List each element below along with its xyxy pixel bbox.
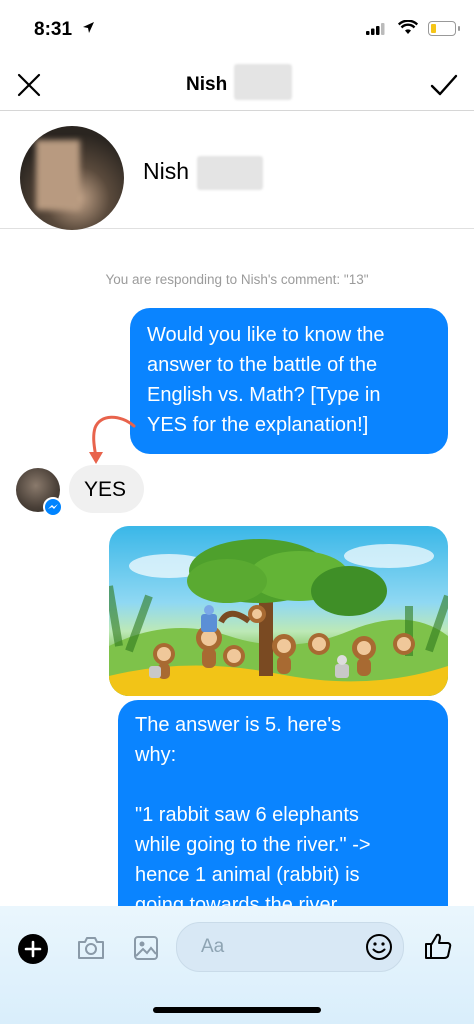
location-arrow-icon	[83, 22, 94, 33]
cellular-signal-icon	[366, 23, 385, 35]
profile-name: Nish	[143, 158, 190, 184]
outgoing-message-bubble[interactable]: The answer is 5. here's why: "1 rabbit s…	[118, 700, 448, 930]
wifi-icon	[398, 20, 418, 34]
message-text: Would you like to know the answer to the…	[147, 324, 385, 436]
message-text: YES	[84, 478, 127, 501]
thumbs-up-icon[interactable]	[422, 930, 454, 962]
emoji-icon[interactable]	[365, 933, 393, 961]
redacted-surname	[234, 64, 292, 100]
status-time: 8:31	[34, 19, 73, 40]
jungle-illustration	[109, 539, 448, 696]
outgoing-message-bubble[interactable]: Would you like to know the answer to the…	[130, 308, 448, 454]
home-indicator	[153, 1007, 321, 1013]
camera-icon[interactable]	[76, 934, 106, 962]
composer-bar: Aa	[0, 906, 474, 1024]
close-icon[interactable]	[16, 72, 42, 98]
message-input[interactable]: Aa	[176, 922, 404, 972]
reply-context-notice: You are responding to Nish's comment: "1…	[105, 272, 369, 287]
redacted-surname	[197, 156, 263, 190]
profile-card: Nish	[0, 110, 474, 230]
plus-icon	[24, 940, 42, 958]
battery-icon	[428, 21, 460, 36]
message-text: The answer is 5. here's why: "1 rabbit s…	[135, 714, 371, 916]
header-title: Nish	[186, 74, 228, 95]
gallery-icon[interactable]	[132, 934, 160, 962]
image-message[interactable]	[109, 526, 448, 696]
status-bar: 8:31	[0, 0, 474, 58]
incoming-message-bubble[interactable]: YES	[69, 465, 144, 513]
annotation-arrow-icon	[89, 415, 136, 464]
profile-avatar[interactable]	[20, 126, 124, 230]
conversation-header: Nish	[0, 58, 474, 111]
add-button[interactable]	[18, 934, 48, 964]
messenger-badge-icon	[43, 497, 63, 517]
message-input-placeholder: Aa	[201, 936, 225, 957]
checkmark-icon[interactable]	[430, 72, 458, 98]
